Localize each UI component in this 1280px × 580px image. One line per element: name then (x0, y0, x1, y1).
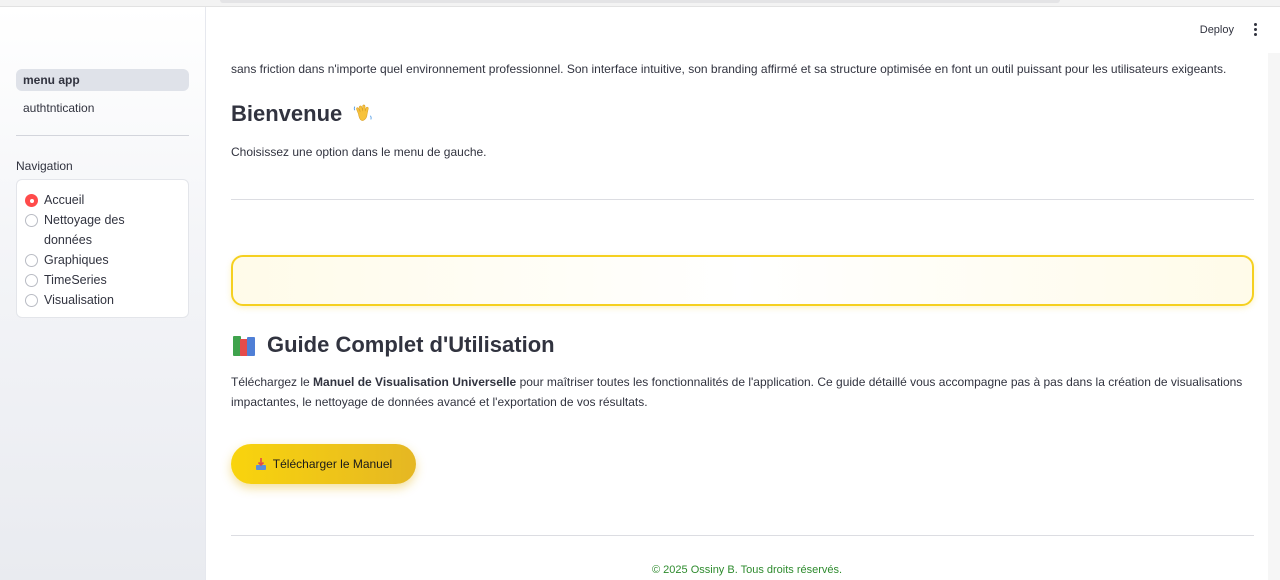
download-button-label: Télécharger le Manuel (272, 457, 393, 471)
radio-label: Nettoyage des données (44, 213, 125, 247)
footer-divider (231, 535, 1254, 536)
sidebar-page-authentication[interactable]: authtntication (16, 97, 189, 119)
radio-label: Visualisation (44, 293, 114, 307)
welcome-title-text: Bienvenue (231, 101, 343, 126)
intro-text: sans friction dans n'importe quel enviro… (231, 62, 1227, 76)
deploy-button[interactable]: Deploy (1200, 24, 1234, 36)
divider (231, 199, 1254, 200)
radio-unselected-icon (25, 254, 38, 267)
navigation-radio-group: Accueil Nettoyage des données Graphiques… (16, 179, 189, 318)
guide-title: Guide Complet d'Utilisation (231, 332, 555, 358)
radio-label: Accueil (44, 193, 85, 207)
navigation-title: Navigation (16, 159, 73, 173)
books-icon (231, 334, 257, 356)
kebab-menu-icon[interactable] (1252, 23, 1258, 37)
manual-name: Manuel de Visualisation Universelle (313, 375, 517, 389)
radio-unselected-icon (25, 274, 38, 287)
radio-option-visualisation[interactable]: Visualisation (25, 290, 180, 310)
radio-label: TimeSeries (44, 273, 107, 287)
radio-selected-icon (25, 194, 38, 207)
welcome-title: Bienvenue (231, 101, 374, 127)
choose-option-text: Choisissez une option dans le menu de ga… (231, 145, 487, 159)
inbox-tray-icon (255, 458, 266, 470)
browser-top-strip (0, 0, 1280, 7)
copyright-text: © 2025 Ossiny B. Tous droits réservés. (652, 564, 843, 576)
radio-option-accueil[interactable]: Accueil (25, 190, 180, 210)
sidebar-pages: menu app authtntication (16, 69, 189, 125)
app-header: Deploy (206, 7, 1280, 53)
highlight-box (231, 255, 1254, 306)
radio-unselected-icon (25, 294, 38, 307)
sidebar: menu app authtntication Navigation Accue… (0, 7, 206, 580)
radio-option-timeseries[interactable]: TimeSeries (25, 270, 180, 290)
waving-hand-icon (354, 104, 373, 121)
radio-label: Graphiques (44, 253, 109, 267)
tab-bar (220, 0, 1060, 3)
radio-option-graphiques[interactable]: Graphiques (25, 250, 180, 270)
sidebar-page-menu-app[interactable]: menu app (16, 69, 189, 91)
guide-paragraph: Téléchargez le Manuel de Visualisation U… (231, 375, 1243, 409)
page-scrollbar[interactable] (1268, 53, 1280, 580)
guide-title-text: Guide Complet d'Utilisation (267, 332, 555, 357)
download-manual-button[interactable]: Télécharger le Manuel (231, 444, 416, 484)
radio-option-nettoyage[interactable]: Nettoyage des données (25, 210, 180, 250)
radio-unselected-icon (25, 214, 38, 227)
sidebar-divider (16, 135, 189, 136)
